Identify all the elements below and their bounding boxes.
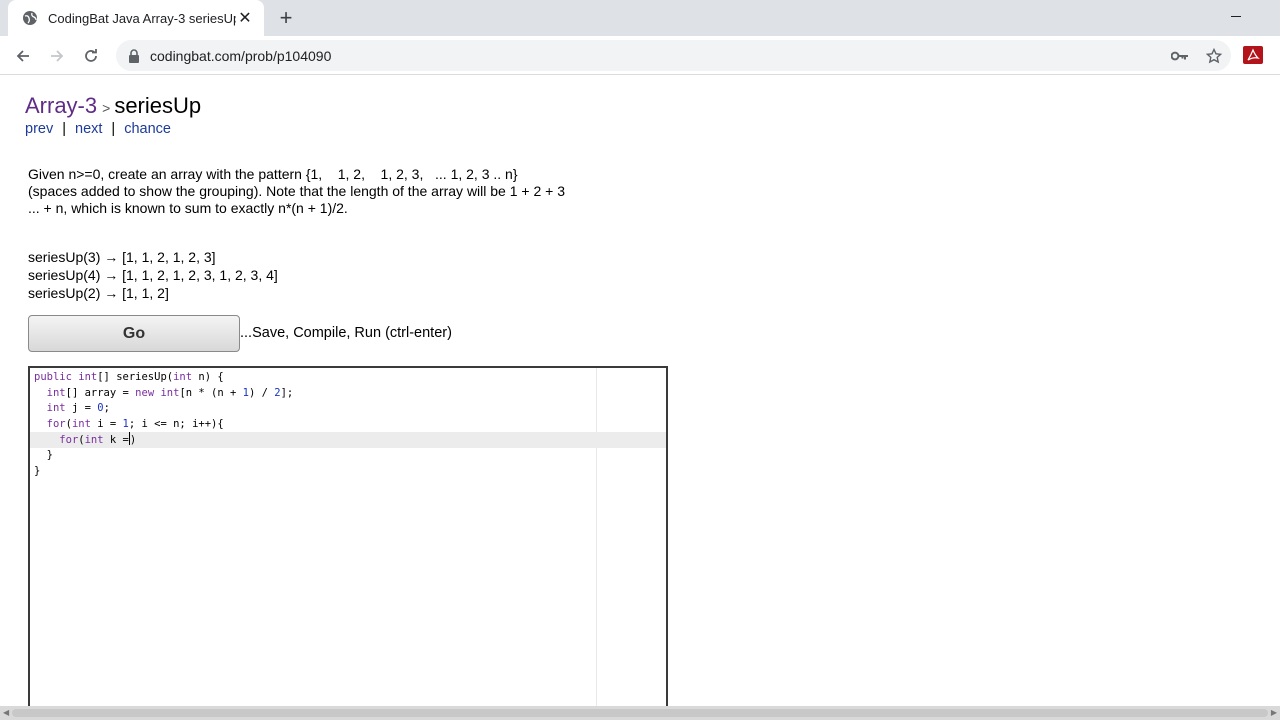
page-content: Array-3 > seriesUp prev | next | chance Given … [0, 76, 1280, 711]
key-icon[interactable] [1163, 40, 1197, 71]
code-line[interactable]: int[] array = new int[n * (n + 1) / 2]; [30, 386, 666, 402]
horizontal-scrollbar[interactable]: ◀ ▶ [0, 706, 1280, 720]
code-lines[interactable]: public int[] seriesUp(int n) { int[] arr… [30, 370, 666, 479]
prev-link[interactable]: prev [25, 121, 53, 137]
tab-strip: CodingBat Java Array-3 seriesUp ✕ + [0, 0, 1280, 36]
example-item: seriesUp(3) → [1, 1, 2, 1, 2, 3] [28, 249, 216, 265]
back-arrow-icon[interactable] [9, 42, 37, 70]
close-icon[interactable]: ✕ [236, 9, 254, 27]
problem-nav: prev | next | chance [25, 120, 171, 138]
star-icon[interactable] [1197, 40, 1231, 71]
code-line[interactable]: } [30, 448, 666, 464]
globe-icon [23, 11, 37, 25]
code-line[interactable]: } [30, 464, 666, 480]
text-cursor [128, 432, 130, 446]
breadcrumb: Array-3 > seriesUp [25, 92, 201, 122]
nav-separator: | [111, 121, 116, 137]
go-button[interactable]: Go [28, 315, 240, 352]
code-line[interactable]: for(int k =) [30, 432, 666, 448]
description-line: (spaces added to show the grouping). Not… [28, 183, 566, 199]
pdf-extension-icon[interactable] [1243, 46, 1263, 64]
code-line[interactable]: int j = 0; [30, 401, 666, 417]
minimize-window-button[interactable] [1222, 6, 1250, 26]
lock-icon[interactable] [128, 48, 140, 63]
scroll-right-icon[interactable]: ▶ [1271, 709, 1277, 717]
example-item: seriesUp(4) → [1, 1, 2, 1, 2, 3, 1, 2, 3… [28, 267, 278, 283]
page-title: seriesUp [114, 93, 202, 118]
browser-tab[interactable]: CodingBat Java Array-3 seriesUp ✕ [8, 0, 264, 36]
tab-title: CodingBat Java Array-3 seriesUp [48, 10, 236, 26]
scrollbar-thumb[interactable] [12, 709, 1268, 717]
address-bar[interactable]: codingbat.com/prob/p104090 [116, 40, 1231, 71]
url-text[interactable]: codingbat.com/prob/p104090 [150, 48, 331, 64]
nav-separator: | [62, 121, 66, 137]
code-editor[interactable]: public int[] seriesUp(int n) { int[] arr… [28, 366, 668, 711]
browser-toolbar: codingbat.com/prob/p104090 [0, 36, 1280, 75]
next-link[interactable]: next [75, 121, 102, 137]
code-line[interactable]: public int[] seriesUp(int n) { [30, 370, 666, 386]
forward-arrow-icon[interactable] [43, 42, 71, 70]
chance-link[interactable]: chance [124, 121, 171, 137]
reload-icon[interactable] [77, 42, 105, 70]
breadcrumb-section-link[interactable]: Array-3 [25, 93, 97, 118]
code-line[interactable]: for(int i = 1; i <= n; i++){ [30, 417, 666, 433]
problem-description: Given n>=0, create an array with the pat… [28, 166, 668, 217]
breadcrumb-separator: > [102, 100, 111, 116]
description-line: Given n>=0, create an array with the pat… [28, 166, 518, 182]
example-item: seriesUp(2) → [1, 1, 2] [28, 285, 169, 301]
description-line: ... + n, which is known to sum to exactl… [28, 200, 348, 216]
scroll-left-icon[interactable]: ◀ [3, 709, 9, 717]
examples-list: seriesUp(3) → [1, 1, 2, 1, 2, 3] seriesU… [28, 248, 278, 302]
go-hint: ...Save, Compile, Run (ctrl-enter) [240, 325, 452, 341]
plus-icon[interactable]: + [275, 5, 297, 30]
